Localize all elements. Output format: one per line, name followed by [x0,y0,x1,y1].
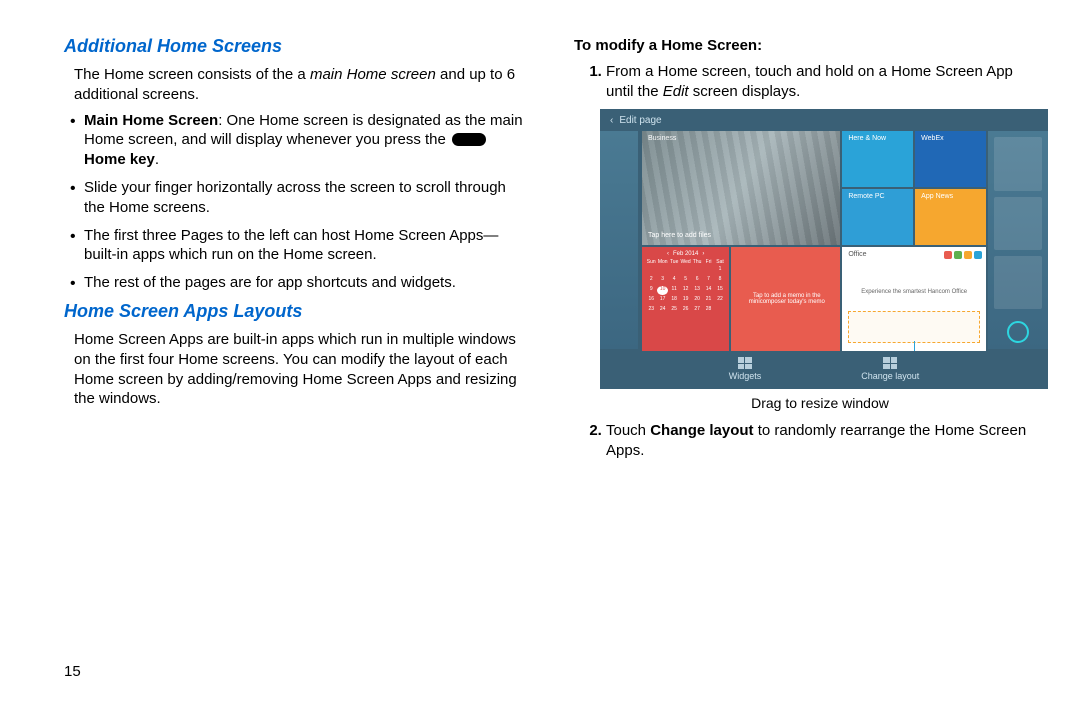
bullet-main-home-screen: Main Home Screen: One Home screen is des… [84,111,530,170]
text: The Home screen consists of the a [74,66,310,83]
edit-page-label: Edit page [619,115,661,126]
tile-business: Business Tap here to add files [642,131,840,244]
heading-home-screen-apps-layouts: Home Screen Apps Layouts [64,301,530,322]
home-key-icon [452,133,486,146]
heading-additional-home-screens: Additional Home Screens [64,36,530,57]
tile-caption: Tap here to add files [648,232,711,239]
page-number: 15 [64,663,81,680]
tile-bottom-left: ‹Feb 2014› SunMonTueWedThuFriSat 1 23456… [642,247,840,352]
tile-label: Office [848,251,866,258]
widgets-label: Widgets [729,371,762,381]
tile-label: WebEx [921,135,943,142]
text-bold: Main Home Screen [84,112,218,129]
tile-label: Remote PC [848,193,884,200]
text-bold: Home key [84,151,155,168]
resize-handle-icon [848,311,980,343]
text: screen displays. [689,83,801,100]
bullet-first-pages: The first three Pages to the left can ho… [84,226,530,266]
step-2: Touch Change layout to randomly rearrang… [606,421,1040,461]
layouts-paragraph: Home Screen Apps are built-in apps which… [64,330,530,409]
left-strip [600,131,638,349]
change-layout-label: Change layout [861,371,919,381]
intro-paragraph: The Home screen consists of the a main H… [64,65,530,105]
back-chevron-icon: ‹ [610,115,613,126]
tile-calendar: ‹Feb 2014› SunMonTueWedThuFriSat 1 23456… [642,247,729,352]
tile-note: Tap to add a memo in the minicomposer to… [731,247,840,352]
tile-label: App News [921,193,953,200]
bullet-rest-pages: The rest of the pages are for app shortc… [84,273,530,293]
tile-label: Business [648,135,676,142]
text: . [155,151,159,168]
target-circle-icon [1007,321,1029,343]
text-italic: main Home screen [310,66,436,83]
bullet-slide-finger: Slide your finger horizontally across th… [84,178,530,218]
step-1: From a Home screen, touch and hold on a … [606,62,1040,102]
edit-page-topbar: ‹ Edit page [600,109,1048,131]
tile-office: Office Experience the smartest Hancom Of… [842,247,986,352]
text-bold: Change layout [650,422,753,439]
subheading-modify-home-screen: To modify a Home Screen: [574,36,1040,56]
change-layout-button: Change layout [861,357,919,381]
tile-text: Experience the smartest Hancom Office [842,289,986,295]
tile-label: Here & Now [848,135,886,142]
tile-quad: Here & Now WebEx Remote PC App News [842,131,986,244]
calendar-month: Feb 2014 [673,251,698,257]
right-strip [988,131,1048,349]
text: Touch [606,422,650,439]
widgets-button: Widgets [729,357,762,381]
text-italic: Edit [663,83,689,100]
illustration-caption: Drag to resize window [600,395,1040,411]
edit-page-illustration: ‹ Edit page Business Tap here to add fil… [600,109,1040,411]
